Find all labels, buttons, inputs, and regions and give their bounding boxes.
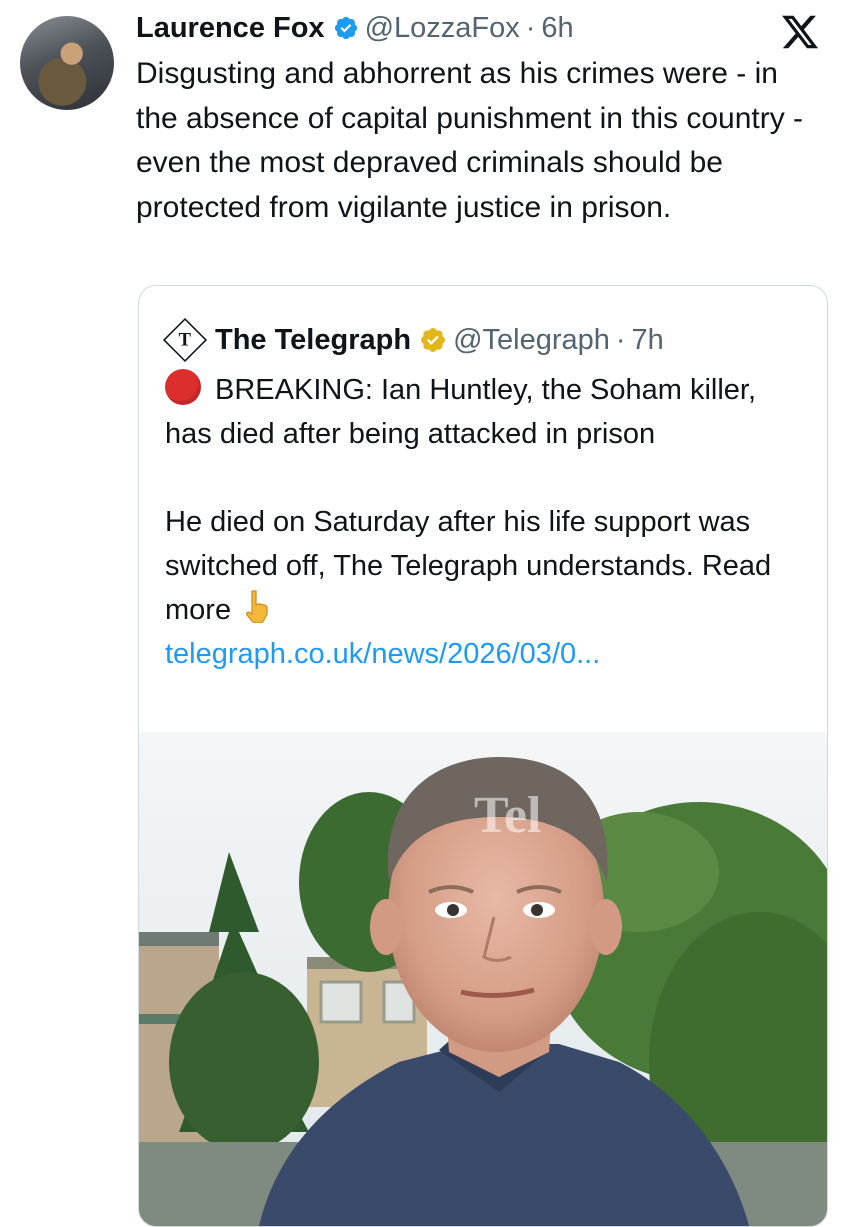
quote-card[interactable]: T The Telegraph @Telegraph · 7h BREAKING… — [138, 285, 828, 1227]
tweet-header: Laurence Fox @LozzaFox · 6h — [136, 8, 574, 48]
photo-watermark: Tel — [474, 787, 541, 844]
author-name[interactable]: Laurence Fox — [136, 12, 325, 45]
quoted-time[interactable]: 7h — [632, 324, 664, 357]
avatar[interactable] — [20, 16, 114, 110]
tweet-text: Disgusting and abhorrent as his crimes w… — [136, 57, 804, 224]
quote-body: BREAKING: Ian Huntley, the Soham killer,… — [165, 368, 805, 676]
gold-verified-badge-icon — [421, 328, 446, 352]
quote-header: T The Telegraph @Telegraph · 7h — [162, 317, 664, 363]
breaking-paragraph: BREAKING: Ian Huntley, the Soham killer,… — [165, 368, 805, 456]
x-logo-icon[interactable] — [780, 12, 820, 52]
header-separator: · — [525, 11, 536, 44]
article-image: Tel — [139, 732, 827, 1226]
detail-paragraph: He died on Saturday after his life suppo… — [165, 500, 805, 676]
telegraph-logo-icon: T — [162, 317, 208, 363]
quoted-name[interactable]: The Telegraph — [215, 324, 411, 357]
tweet-time[interactable]: 6h — [541, 12, 573, 45]
red-circle-icon — [165, 369, 201, 405]
article-photo[interactable]: Tel — [139, 732, 827, 1226]
pointing-down-icon — [246, 590, 268, 624]
quoted-handle[interactable]: @Telegraph — [453, 324, 610, 357]
author-handle[interactable]: @LozzaFox — [365, 12, 520, 45]
breaking-text: BREAKING: Ian Huntley, the Soham killer,… — [165, 374, 757, 450]
quoted-separator: · — [615, 323, 626, 356]
verified-badge-icon — [334, 16, 357, 40]
article-link[interactable]: telegraph.co.uk/news/2026/03/0... — [165, 638, 600, 670]
